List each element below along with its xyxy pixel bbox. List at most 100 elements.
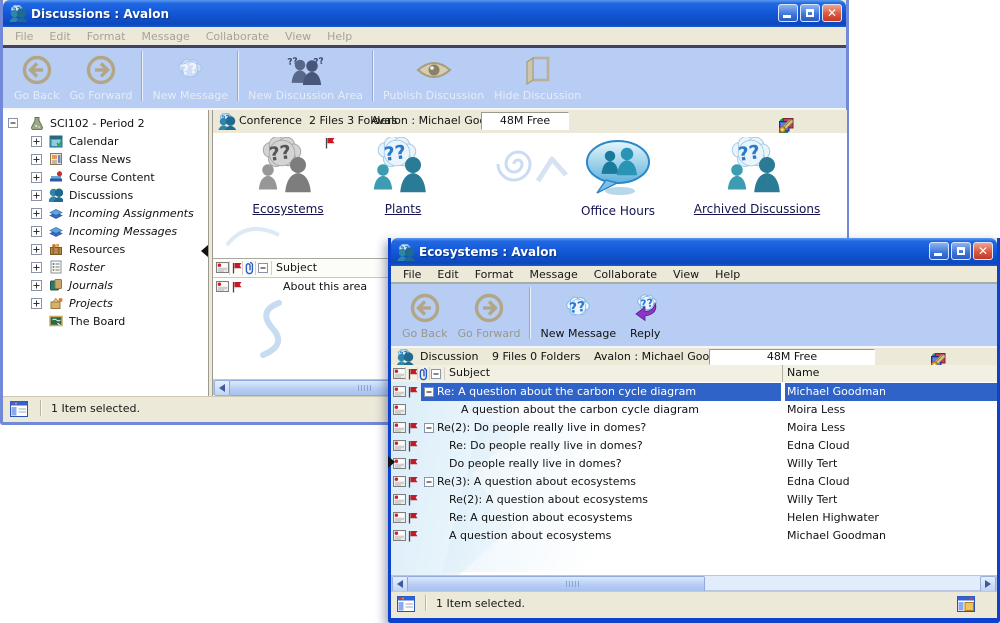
collapse-all-icon[interactable] [431, 369, 441, 379]
conference-item-label: Ecosystems [252, 202, 323, 216]
expand-icon[interactable] [31, 226, 42, 237]
toolbar: Go BackGo Forward??New Message??Reply [391, 284, 997, 346]
message-row[interactable]: Re: A question about the carbon cycle di… [391, 383, 997, 401]
discussion-area-icon: ?? [370, 137, 436, 200]
toolbar-button-go-back[interactable]: Go Back [397, 289, 452, 342]
paperclip-icon [419, 367, 429, 381]
subject-column-header[interactable]: Subject [276, 261, 317, 274]
menu-format[interactable]: Format [79, 30, 134, 43]
tree-item-projects[interactable]: Projects [3, 294, 208, 312]
message-row[interactable]: Re(2): Do people really live in domes?Mo… [391, 419, 997, 437]
expand-icon[interactable] [31, 172, 42, 183]
scrollbar-thumb[interactable] [229, 380, 396, 396]
message-row[interactable]: Re: A question about ecosystemsHelen Hig… [391, 509, 997, 527]
toolbar-button-new-discussion-area[interactable]: ????New Discussion Area [243, 51, 368, 104]
conference-item-plants[interactable]: ??Plants [355, 137, 451, 216]
toolbar-button-publish-discussion[interactable]: Publish Discussion [378, 51, 489, 104]
expand-icon[interactable] [31, 298, 42, 309]
sidebar-collapse-arrow[interactable] [201, 245, 208, 257]
course-content-icon [49, 170, 63, 184]
collapse-icon[interactable] [8, 118, 18, 128]
message-row[interactable]: Re(3): A question about ecosystemsEdna C… [391, 473, 997, 491]
tree-item-incoming-messages[interactable]: Incoming Messages [3, 222, 208, 240]
expand-icon[interactable] [31, 280, 42, 291]
menu-view[interactable]: View [665, 268, 707, 281]
toolbar-button-new-message[interactable]: ??New Message [147, 51, 233, 104]
menu-collaborate[interactable]: Collaborate [198, 30, 277, 43]
scroll-left-arrow[interactable] [214, 380, 230, 396]
menu-help[interactable]: Help [707, 268, 748, 281]
menu-file[interactable]: File [395, 268, 429, 281]
menu-edit[interactable]: Edit [41, 30, 78, 43]
toolbar-button-new-message[interactable]: ??New Message [535, 289, 621, 342]
message-row[interactable]: A question about ecosystemsMichael Goodm… [391, 527, 997, 545]
close-button[interactable]: ✕ [822, 4, 842, 22]
toolbar-button-go-forward[interactable]: Go Forward [64, 51, 137, 104]
menu-file[interactable]: File [7, 30, 41, 43]
expand-icon[interactable] [31, 208, 42, 219]
tree-item-class-news[interactable]: Class News [3, 150, 208, 168]
maximize-button[interactable] [800, 4, 820, 22]
toolbar-button-hide-discussion[interactable]: Hide Discussion [489, 51, 586, 104]
titlebar-ecosystems[interactable]: ?? Ecosystems : Avalon ✕ [391, 238, 997, 266]
menu-help[interactable]: Help [319, 30, 360, 43]
message-row[interactable]: Re(2): A question about ecosystemsWilly … [391, 491, 997, 509]
conference-item-office-hours[interactable]: Office Hours [553, 137, 683, 218]
menu-message[interactable]: Message [134, 30, 198, 43]
message-row[interactable]: Do people really live in domes?Willy Ter… [391, 455, 997, 473]
maximize-button[interactable] [951, 242, 971, 260]
message-row[interactable]: A question about the carbon cycle diagra… [391, 401, 997, 419]
expand-icon[interactable] [31, 262, 42, 273]
menu-message[interactable]: Message [522, 268, 586, 281]
pane-layout-icon[interactable] [10, 401, 28, 417]
tree-item-discussions[interactable]: Discussions [3, 186, 208, 204]
menu-view[interactable]: View [277, 30, 319, 43]
tree-item-resources[interactable]: Resources [3, 240, 208, 258]
conference-item-ecosystems[interactable]: ??Ecosystems [233, 137, 343, 216]
toolbar-button-go-back[interactable]: Go Back [9, 51, 64, 104]
minimize-button[interactable] [929, 242, 949, 260]
scroll-left-arrow[interactable] [392, 576, 408, 592]
horizontal-scrollbar[interactable] [391, 575, 997, 591]
expand-icon[interactable] [31, 154, 42, 165]
toolbar-button-reply[interactable]: ??Reply [621, 289, 669, 342]
window-ecosystems: ?? Ecosystems : Avalon ✕ FileEditFormatM… [388, 238, 1000, 623]
conference-item-archived-discussions[interactable]: ??Archived Discussions [677, 137, 837, 216]
message-subject: Re(3): A question about ecosystems [437, 475, 636, 488]
menu-edit[interactable]: Edit [429, 268, 466, 281]
conference-icon: ?? [218, 113, 236, 133]
collapse-all-icon[interactable] [258, 263, 268, 273]
collapse-thread-icon[interactable] [424, 477, 434, 487]
expand-icon[interactable] [31, 244, 42, 255]
expand-icon[interactable] [31, 136, 42, 147]
tree-item-incoming-assignments[interactable]: Incoming Assignments [3, 204, 208, 222]
toolbar-button-label: Go Forward [69, 89, 132, 102]
menu-format[interactable]: Format [467, 268, 522, 281]
message-row[interactable]: Re: Do people really live in domes?Edna … [391, 437, 997, 455]
pane-layout-icon[interactable] [397, 596, 415, 612]
collapse-thread-icon[interactable] [424, 387, 434, 397]
expand-icon[interactable] [31, 190, 42, 201]
file-folder-counts: 9 Files 0 Folders [492, 350, 580, 363]
scrollbar-thumb[interactable] [407, 576, 705, 592]
titlebar-discussions[interactable]: ?? Discussions : Avalon ✕ [3, 0, 846, 27]
tree-item-journals[interactable]: Journals [3, 276, 208, 294]
folder-tree: SCI102 - Period 2CalendarClass NewsCours… [3, 110, 209, 396]
scroll-right-arrow[interactable] [980, 576, 996, 592]
subject-column-header[interactable]: Subject [449, 366, 490, 379]
discussion-window-icon: ?? [9, 5, 27, 22]
tree-item-the-board[interactable]: The Board [3, 312, 208, 330]
conference-infobar: ?? Conference 2 Files 3 Folders Avalon :… [213, 110, 847, 134]
name-column-header[interactable]: Name [787, 366, 819, 379]
collapse-thread-icon[interactable] [424, 423, 434, 433]
tree-item-course-content[interactable]: Course Content [3, 168, 208, 186]
toolbar-button-go-forward[interactable]: Go Forward [452, 289, 525, 342]
menu-collaborate[interactable]: Collaborate [586, 268, 665, 281]
minimize-button[interactable] [778, 4, 798, 22]
tree-item-root[interactable]: SCI102 - Period 2 [3, 114, 208, 132]
view-options-icon[interactable] [957, 596, 975, 612]
tree-item-calendar[interactable]: Calendar [3, 132, 208, 150]
close-button[interactable]: ✕ [973, 242, 993, 260]
pane-splitter-arrow[interactable] [388, 456, 395, 468]
tree-item-roster[interactable]: Roster [3, 258, 208, 276]
